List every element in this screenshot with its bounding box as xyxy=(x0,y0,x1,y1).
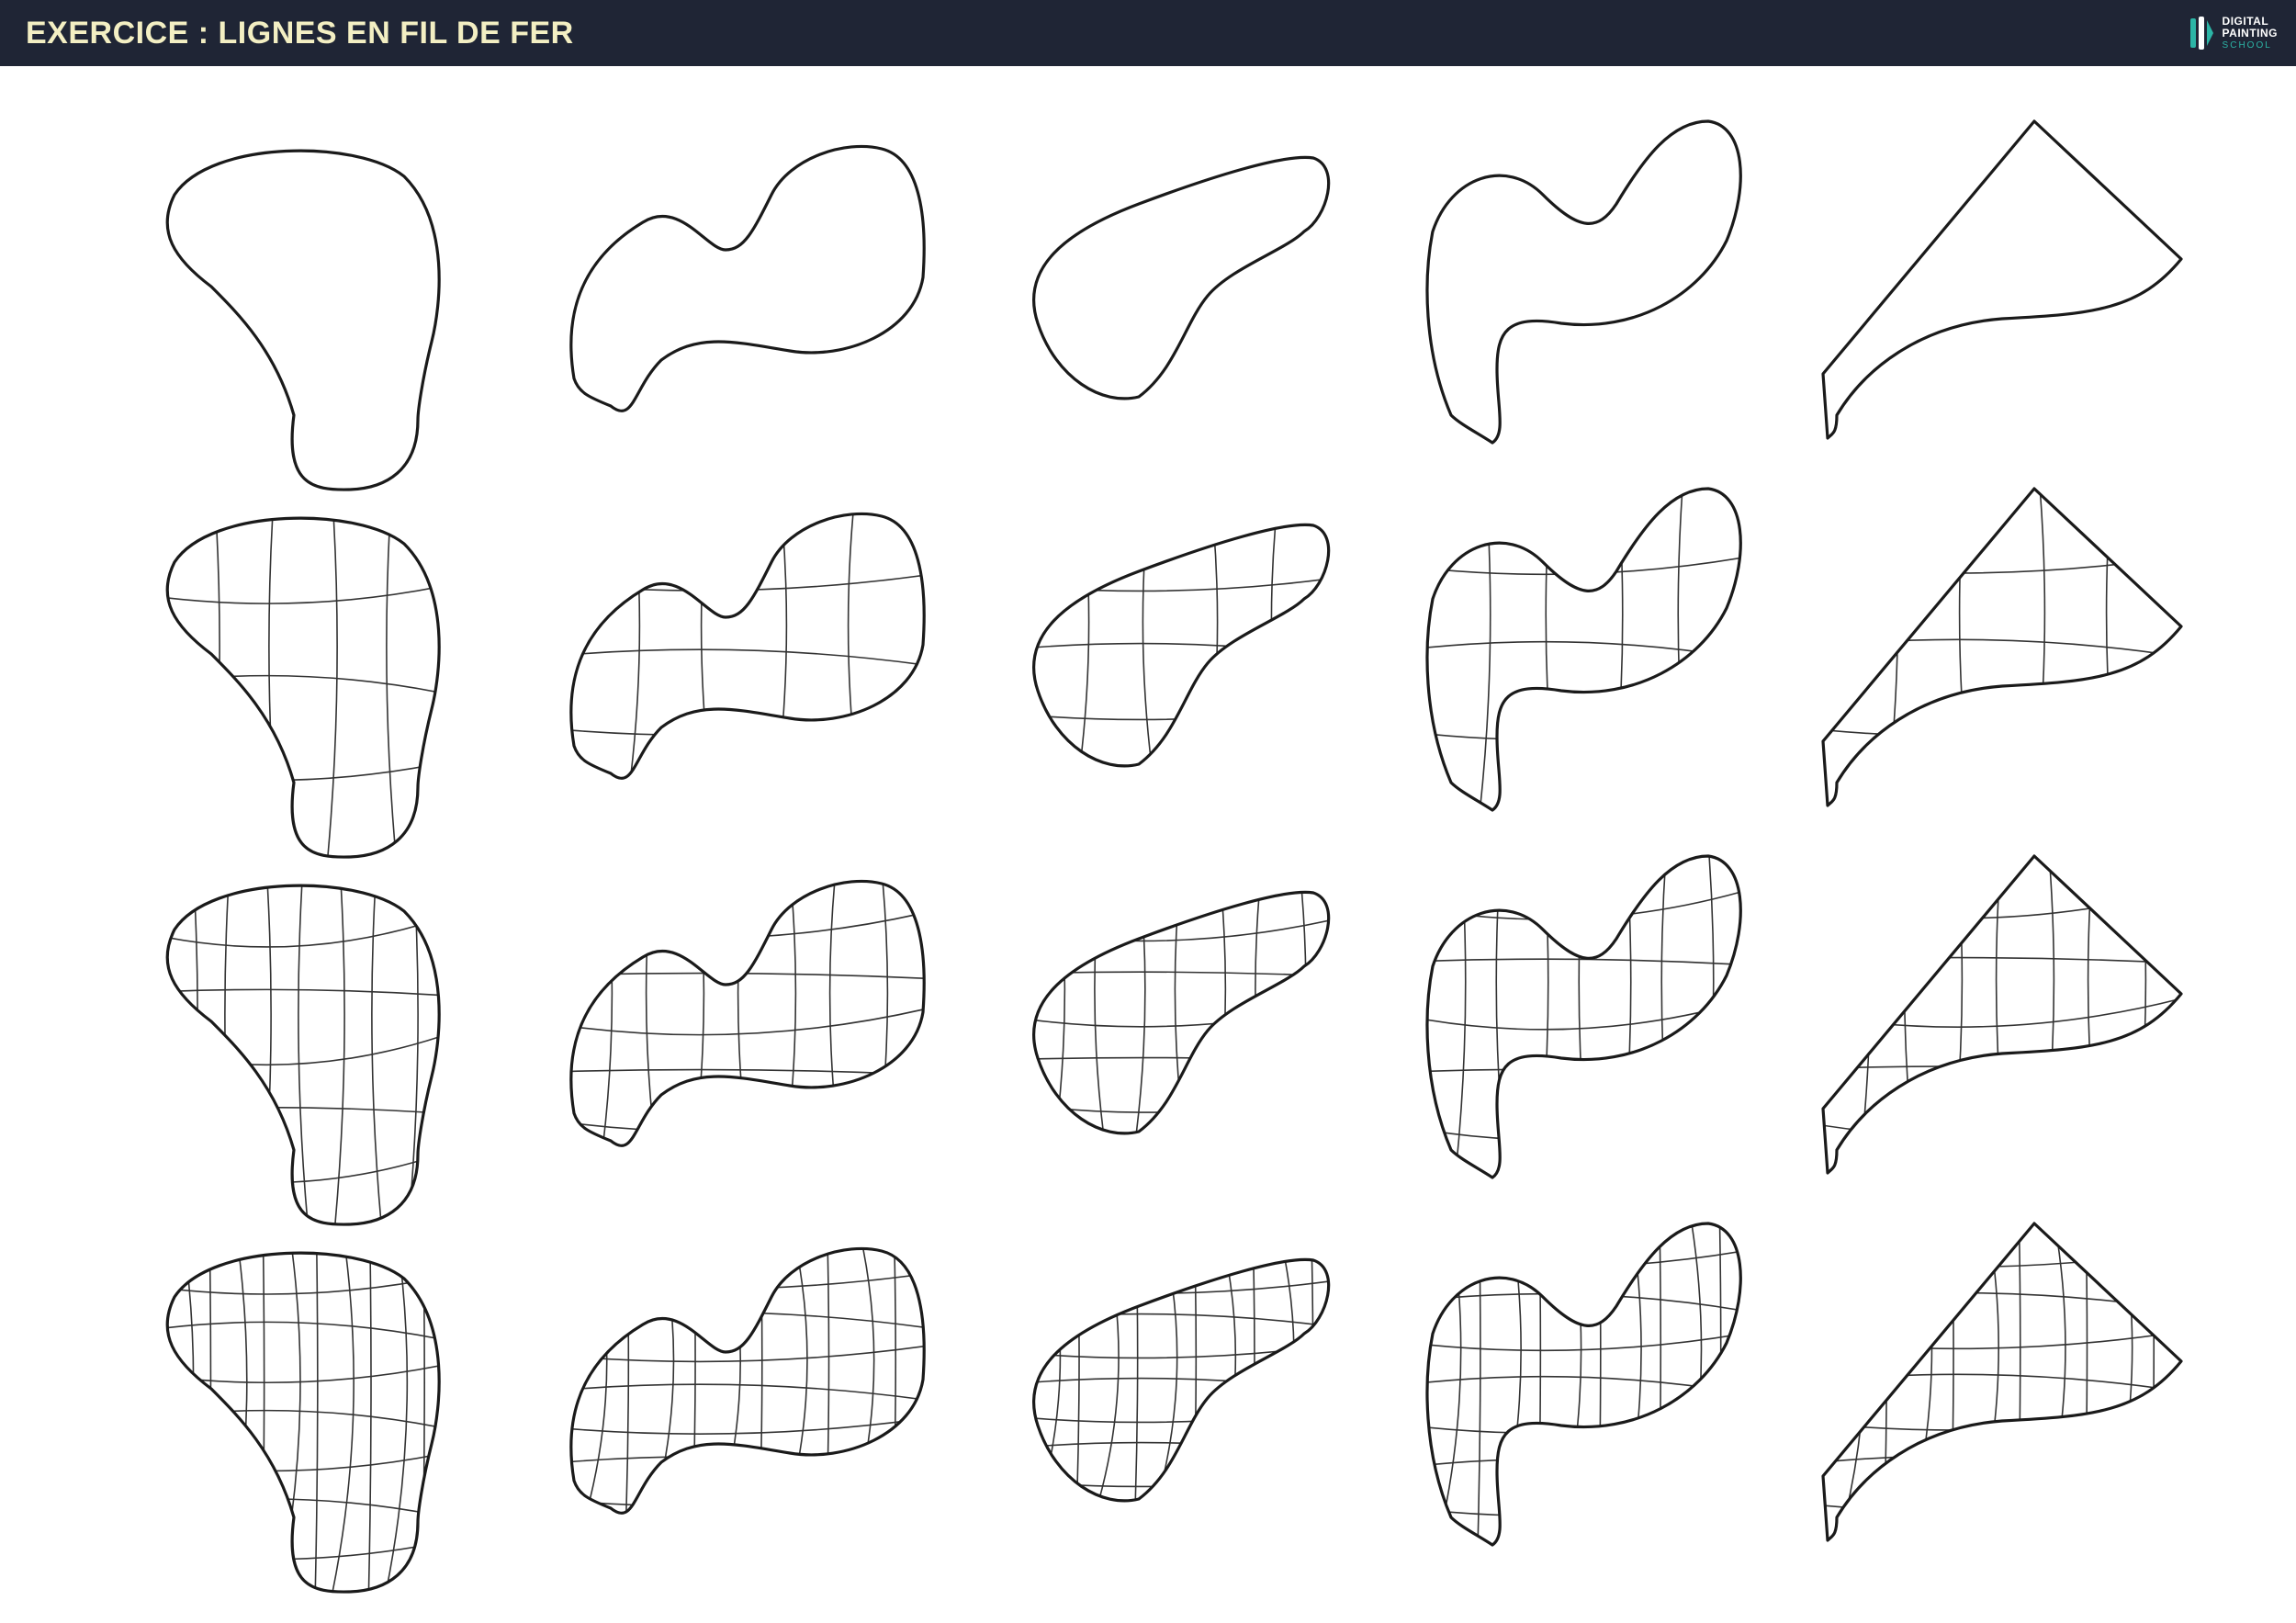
wireframe-lines xyxy=(570,881,925,1146)
shape-wedge-wireframe-1 xyxy=(1821,487,2183,807)
wireframe-lines xyxy=(1033,524,1329,766)
logo-text-painting: PAINTING xyxy=(2222,26,2278,39)
shape-blob-wireframe-3 xyxy=(165,1251,441,1594)
shape-outline xyxy=(1821,119,2183,440)
logo-text-school: SCHOOL xyxy=(2222,39,2272,51)
shape-bean-wireframe-1 xyxy=(1031,523,1331,768)
shape-bean-wireframe-2 xyxy=(1031,890,1331,1135)
shape-outline xyxy=(569,512,926,780)
shape-blob-wireframe-1 xyxy=(165,516,441,859)
shape-bean-wireframe-3 xyxy=(1031,1257,1331,1503)
shape-peanut-wireframe-3 xyxy=(569,1246,926,1515)
shape-blob-wireframe-2 xyxy=(165,884,441,1226)
shape-wedge-wireframe-2 xyxy=(1821,854,2183,1175)
shape-s-shape-wireframe-3 xyxy=(1425,1222,1742,1547)
wireframe-lines xyxy=(1427,1223,1741,1545)
shape-outline xyxy=(165,1251,441,1594)
shape-s-shape-wireframe-1 xyxy=(1425,487,1742,812)
shape-s-shape-outline xyxy=(1425,119,1742,445)
logo-text-digital: DIGITAL xyxy=(2222,14,2269,28)
shape-wedge-wireframe-3 xyxy=(1821,1222,2183,1542)
shape-outline xyxy=(1425,854,1742,1179)
wireframe-lines xyxy=(1427,856,1741,1178)
shape-bean-outline xyxy=(1031,155,1331,400)
shape-s-shape-wireframe-2 xyxy=(1425,854,1742,1179)
shape-blob-outline xyxy=(165,149,441,491)
shape-outline xyxy=(165,149,441,491)
shape-outline xyxy=(1821,1222,2183,1542)
shape-peanut-outline xyxy=(569,144,926,412)
shape-peanut-wireframe-2 xyxy=(569,879,926,1147)
shape-outline xyxy=(1031,155,1331,400)
shape-outline xyxy=(569,144,926,412)
wireframe-drawing-sheet xyxy=(165,119,2183,1594)
school-logo: DIGITAL PAINTING SCHOOL xyxy=(2188,12,2278,54)
shape-outline xyxy=(1425,119,1742,445)
shape-outline xyxy=(1821,854,2183,1175)
shape-peanut-wireframe-1 xyxy=(569,512,926,780)
wireframe-lines xyxy=(1427,489,1741,810)
brush-logo-icon xyxy=(2189,17,2213,50)
wireframe-lines xyxy=(1033,892,1329,1133)
header-bar: EXERCICE : LIGNES EN FIL DE FER DIGITAL … xyxy=(0,0,2296,66)
shape-outline xyxy=(569,879,926,1147)
shape-outline xyxy=(569,1246,926,1515)
shape-wedge-outline xyxy=(1821,119,2183,440)
wireframe-lines xyxy=(1033,1259,1329,1501)
shape-outline xyxy=(1425,487,1742,812)
wireframe-lines xyxy=(570,513,925,779)
page-title: EXERCICE : LIGNES EN FIL DE FER xyxy=(26,16,574,51)
shape-outline xyxy=(1821,487,2183,807)
shape-outline xyxy=(1425,1222,1742,1547)
shape-outline xyxy=(165,516,441,859)
wireframe-lines xyxy=(570,1248,925,1514)
